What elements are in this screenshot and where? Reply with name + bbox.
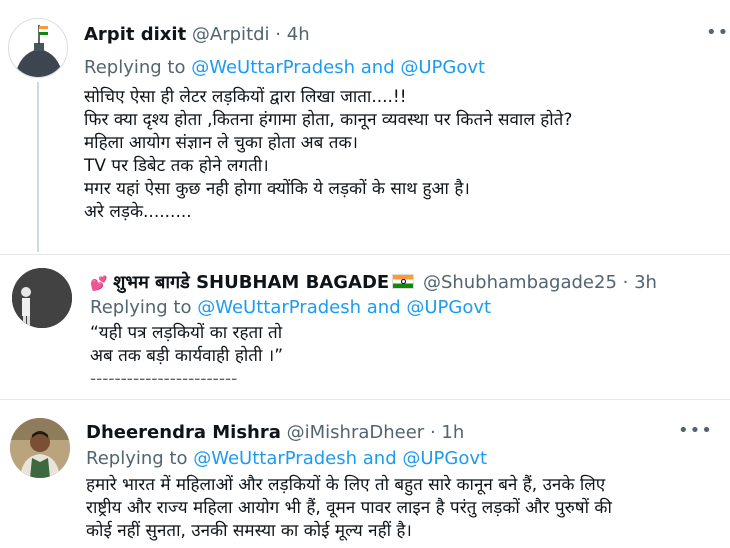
text-line: अब तक बड़ी कार्यवाही होती ।” — [90, 346, 284, 366]
text-line: ------------------------ — [90, 369, 238, 389]
display-name[interactable]: शुभम बागडे SHUBHAM BAGADE — [113, 272, 389, 293]
display-name[interactable]: Dheerendra Mishra — [86, 422, 281, 443]
replying-to: Replying to @WeUttarPradesh and @UPGovt — [84, 57, 485, 78]
mention-link[interactable]: @UPGovt — [400, 57, 485, 78]
text-line: फिर क्या दृश्य होता ,कितना हंगामा होता, … — [84, 110, 573, 130]
tweet-header: Dheerendra Mishra @iMishraDheer · 1h — [86, 422, 464, 443]
separator: · — [275, 24, 282, 45]
avatar[interactable] — [10, 418, 70, 478]
mention-link[interactable]: @WeUttarPradesh — [197, 297, 361, 318]
text-line: महिला आयोग संज्ञान ले चुका होता अब तक। — [84, 133, 358, 153]
handle[interactable]: @iMishraDheer — [287, 422, 425, 443]
text-line: हमारे भारत में महिलाओं और लड़कियों के लि… — [86, 475, 606, 495]
thread-line — [37, 82, 39, 252]
replying-to: Replying to @WeUttarPradesh and @UPGovt — [86, 448, 487, 469]
timestamp[interactable]: 3h — [634, 272, 657, 293]
replying-and: and — [362, 448, 397, 469]
handle[interactable]: @Shubhambagade25 — [423, 272, 617, 293]
replying-label: Replying to — [84, 57, 186, 78]
india-flag-icon — [392, 274, 415, 289]
replying-and: and — [366, 297, 401, 318]
replying-to: Replying to @WeUttarPradesh and @UPGovt — [90, 297, 491, 318]
heart-emoji: 💕 — [90, 276, 108, 292]
text-line: मगर यहां ऐसा कुछ नही होगा क्योंकि ये लड़… — [84, 179, 470, 199]
text-line: “यही पत्र लड़कियों का रहता तो — [90, 323, 283, 343]
person-photo-icon — [10, 418, 70, 478]
more-options-icon[interactable]: ••• — [706, 22, 730, 43]
timestamp[interactable]: 4h — [287, 24, 310, 45]
dome-icon — [9, 19, 67, 77]
tweet-text: हमारे भारत में महिलाओं और लड़कियों के लि… — [86, 474, 612, 543]
mention-link[interactable]: @UPGovt — [406, 297, 491, 318]
separator: · — [622, 272, 629, 293]
avatar[interactable] — [8, 18, 68, 78]
avatar[interactable] — [12, 268, 72, 328]
replying-label: Replying to — [86, 448, 188, 469]
more-options-icon[interactable]: ••• — [678, 420, 713, 441]
separator: · — [429, 422, 436, 443]
tweet-arpit[interactable]: Arpit dixit @Arpitdi · 4h ••• Replying t… — [0, 0, 730, 254]
text-line: कोई नहीं सुनता, उनकी समस्या का कोई मूल्य… — [86, 521, 412, 541]
text-line: अरे लड़के......... — [84, 202, 192, 222]
display-name[interactable]: Arpit dixit — [84, 24, 186, 45]
mention-link[interactable]: @UPGovt — [402, 448, 487, 469]
replying-and: and — [360, 57, 395, 78]
tweet-header: 💕 शुभम बागडे SHUBHAM BAGADE @Shubhambaga… — [90, 270, 657, 294]
mention-link[interactable]: @WeUttarPradesh — [193, 448, 357, 469]
person-photo-icon — [12, 268, 72, 328]
tweet-header: Arpit dixit @Arpitdi · 4h — [84, 24, 310, 45]
handle[interactable]: @Arpitdi — [192, 24, 270, 45]
tweet-text: सोचिए ऐसा ही लेटर लड़कियों द्वारा लिखा ज… — [84, 86, 572, 224]
replying-label: Replying to — [90, 297, 192, 318]
mention-link[interactable]: @WeUttarPradesh — [191, 57, 355, 78]
text-line: TV पर डिबेट तक होने लगती। — [84, 156, 269, 176]
timestamp[interactable]: 1h — [441, 422, 464, 443]
text-line: राष्ट्रीय और राज्य महिला आयोग भी हैं, वू… — [86, 498, 612, 518]
text-line: सोचिए ऐसा ही लेटर लड़कियों द्वारा लिखा ज… — [84, 87, 407, 107]
tweet-text: “यही पत्र लड़कियों का रहता तो अब तक बड़ी… — [90, 322, 283, 391]
